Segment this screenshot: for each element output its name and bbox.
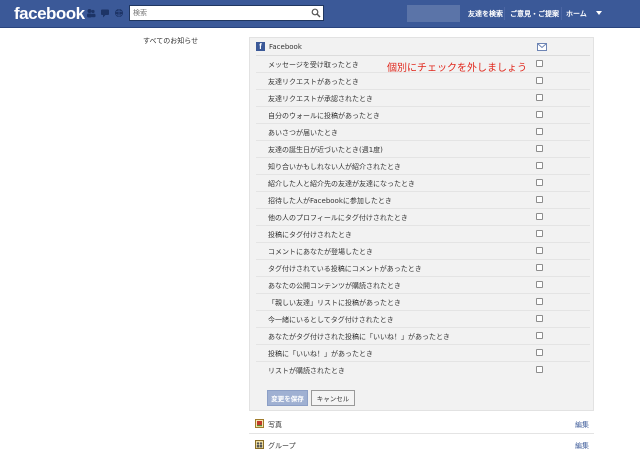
section-groups: グループ 編集 <box>249 434 594 450</box>
email-checkbox[interactable] <box>536 60 543 67</box>
email-checkbox[interactable] <box>536 128 543 135</box>
email-checkbox[interactable] <box>536 298 543 305</box>
notification-label: リストが購読されたとき <box>268 367 345 375</box>
search-input[interactable] <box>130 6 308 20</box>
notification-row: 知り合いかもしれない人が紹介されたとき <box>256 158 590 175</box>
panel-title: Facebook <box>269 42 302 51</box>
email-checkbox[interactable] <box>536 94 543 101</box>
notification-label: 友達リクエストが承認されたとき <box>268 95 373 103</box>
facebook-f-icon: f <box>256 42 265 51</box>
notification-label: あなたがタグ付けされた投稿に「いいね！」があったとき <box>268 333 450 341</box>
section-photos-label: 写真 <box>268 421 282 429</box>
notifications-globe-icon[interactable] <box>114 8 124 18</box>
notification-label: 他の人のプロフィールにタグ付けされたとき <box>268 214 408 222</box>
notification-label: タグ付けされている投稿にコメントがあったとき <box>268 265 422 273</box>
notification-row: 友達リクエストがあったとき <box>256 73 590 90</box>
notification-row: 友達リクエストが承認されたとき <box>256 90 590 107</box>
notification-row: 投稿にタグ付けされたとき <box>256 226 590 243</box>
email-checkbox[interactable] <box>536 281 543 288</box>
profile-link[interactable] <box>407 5 460 22</box>
friend-requests-icon[interactable] <box>86 8 96 18</box>
panel-header: f Facebook <box>256 42 302 51</box>
section-photos-edit-link[interactable]: 編集 <box>575 420 589 430</box>
notification-label: 友達リクエストがあったとき <box>268 78 359 86</box>
groups-icon <box>255 440 264 449</box>
email-checkbox[interactable] <box>536 366 543 373</box>
all-notifications-label[interactable]: すべてのお知らせ <box>143 36 198 46</box>
section-groups-edit-link[interactable]: 編集 <box>575 441 589 450</box>
email-checkbox[interactable] <box>536 179 543 186</box>
email-checkbox[interactable] <box>536 145 543 152</box>
notification-label: 投稿に「いいね！」があったとき <box>268 350 373 358</box>
save-changes-button[interactable]: 変更を保存 <box>267 390 308 406</box>
email-checkbox[interactable] <box>536 349 543 356</box>
notification-row: タグ付けされている投稿にコメントがあったとき <box>256 260 590 277</box>
notification-label: 友達の誕生日が近づいたとき(週1度) <box>268 146 383 154</box>
nav-feedback[interactable]: ご意見・ご提案 <box>510 9 559 19</box>
notification-row: 「親しい友達」リストに投稿があったとき <box>256 294 590 311</box>
top-bar: facebook 友達を検索 ご意見・ご提案 ホーム <box>0 0 640 28</box>
notification-row: あいさつが届いたとき <box>256 124 590 141</box>
notification-label: 「親しい友達」リストに投稿があったとき <box>268 299 401 307</box>
email-checkbox[interactable] <box>536 230 543 237</box>
email-checkbox[interactable] <box>536 264 543 271</box>
notification-label: 今一緒にいるとしてタグ付けされたとき <box>268 316 394 324</box>
notification-row: 投稿に「いいね！」があったとき <box>256 345 590 362</box>
notification-row: 友達の誕生日が近づいたとき(週1度) <box>256 141 590 158</box>
notification-row: 他の人のプロフィールにタグ付けされたとき <box>256 209 590 226</box>
email-checkbox[interactable] <box>536 77 543 84</box>
notification-row: 自分のウォールに投稿があったとき <box>256 107 590 124</box>
notification-label: 投稿にタグ付けされたとき <box>268 231 352 239</box>
email-checkbox[interactable] <box>536 196 543 203</box>
photos-icon <box>255 419 264 428</box>
search-icon[interactable] <box>311 8 321 18</box>
email-envelope-icon <box>537 43 547 51</box>
account-menu-chevron-down-icon[interactable] <box>596 11 602 15</box>
notification-label: 紹介した人と紹介先の友達が友達になったとき <box>268 180 415 188</box>
notification-row: 紹介した人と紹介先の友達が友達になったとき <box>256 175 590 192</box>
email-checkbox[interactable] <box>536 111 543 118</box>
notification-row: あなたがタグ付けされた投稿に「いいね！」があったとき <box>256 328 590 345</box>
notification-row: あなたの公開コンテンツが購読されたとき <box>256 277 590 294</box>
notification-label: あなたの公開コンテンツが購読されたとき <box>268 282 401 290</box>
notification-jewels <box>86 8 124 18</box>
notification-label: 自分のウォールに投稿があったとき <box>268 112 380 120</box>
nav-divider <box>561 7 562 20</box>
notification-row: リストが購読されたとき <box>256 362 590 379</box>
notification-row: メッセージを受け取ったとき <box>256 56 590 73</box>
notification-row: 今一緒にいるとしてタグ付けされたとき <box>256 311 590 328</box>
section-groups-label: グループ <box>268 442 296 450</box>
notification-row: 招待した人がFacebookに参加したとき <box>256 192 590 209</box>
email-checkbox[interactable] <box>536 247 543 254</box>
notification-row: コメントにあなたが登場したとき <box>256 243 590 260</box>
notification-label: メッセージを受け取ったとき <box>268 61 359 69</box>
section-photos: 写真 編集 <box>249 413 594 434</box>
facebook-notifications-panel: f Facebook 個別にチェックを外しましょう メッセージを受け取ったとき … <box>249 37 594 411</box>
email-checkbox[interactable] <box>536 315 543 322</box>
nav-divider <box>504 7 505 20</box>
notification-label: 招待した人がFacebookに参加したとき <box>268 197 392 205</box>
notification-label: 知り合いかもしれない人が紹介されたとき <box>268 163 401 171</box>
notification-label: あいさつが届いたとき <box>268 129 338 137</box>
search-box <box>129 5 324 21</box>
nav-find-friends[interactable]: 友達を検索 <box>468 9 503 19</box>
messages-icon[interactable] <box>100 8 110 18</box>
facebook-logo[interactable]: facebook <box>14 4 85 24</box>
email-checkbox[interactable] <box>536 213 543 220</box>
email-checkbox[interactable] <box>536 162 543 169</box>
notification-label: コメントにあなたが登場したとき <box>268 248 373 256</box>
email-checkbox[interactable] <box>536 332 543 339</box>
nav-home[interactable]: ホーム <box>566 9 587 19</box>
cancel-button[interactable]: キャンセル <box>311 390 355 406</box>
